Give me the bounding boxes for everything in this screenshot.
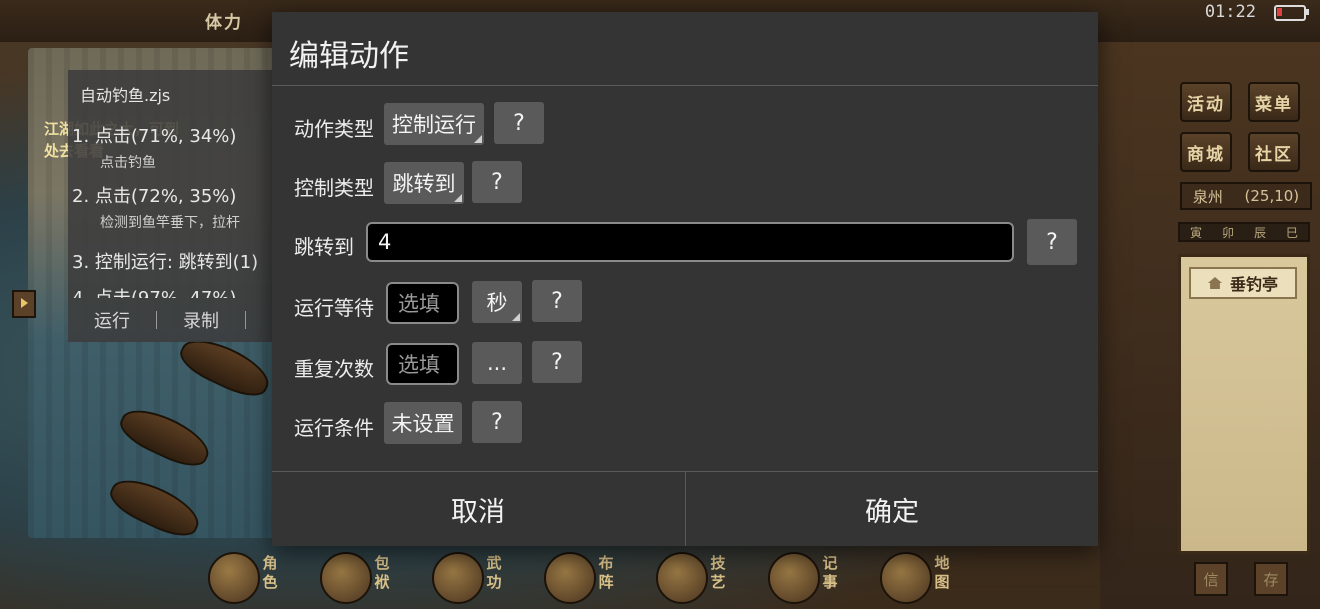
script-step-note: 检测到鱼竿垂下，拉杆 xyxy=(100,215,240,231)
action-type-label: 动作类型 xyxy=(294,117,374,141)
bag-icon xyxy=(320,552,372,604)
run-condition-help-button[interactable]: ? xyxy=(472,401,522,443)
home-icon xyxy=(1207,277,1222,289)
menu-item-martial-arts[interactable]: 武功 xyxy=(424,540,528,609)
action-type-help-button[interactable]: ? xyxy=(494,102,544,144)
control-type-help-button[interactable]: ? xyxy=(472,161,522,203)
time-indicator: 寅 卯 辰 巳 xyxy=(1178,222,1310,242)
script-step[interactable]: 1. 点击(71%, 34%) xyxy=(72,122,236,148)
location-display: 泉州 (25,10) xyxy=(1180,182,1312,210)
battery-icon xyxy=(1274,5,1309,21)
divider xyxy=(272,85,1098,86)
divider xyxy=(245,311,246,329)
shop-button[interactable]: 商城 xyxy=(1180,132,1232,172)
scroll-icon xyxy=(768,552,820,604)
repeat-count-input[interactable]: 选填 xyxy=(386,343,459,385)
teapot-icon xyxy=(656,552,708,604)
jump-to-input[interactable]: 4 xyxy=(366,222,1014,262)
divider xyxy=(156,311,157,329)
control-type-dropdown[interactable]: 跳转到 xyxy=(384,162,464,204)
jump-to-label: 跳转到 xyxy=(294,235,354,259)
menu-button[interactable]: 菜单 xyxy=(1248,82,1300,122)
confirm-button[interactable]: 确定 xyxy=(686,472,1098,546)
place-item[interactable]: 垂钓亭 xyxy=(1189,267,1297,299)
menu-item-character[interactable]: 角色 xyxy=(200,540,304,609)
status-clock: 01:22 xyxy=(1204,2,1256,22)
action-type-dropdown[interactable]: 控制运行 xyxy=(384,103,484,145)
control-type-label: 控制类型 xyxy=(294,176,374,200)
cancel-button[interactable]: 取消 xyxy=(272,472,684,546)
edit-action-dialog: 编辑动作 动作类型 控制运行 ? 控制类型 跳转到 ? 跳转到 4 ? 运行等待… xyxy=(272,12,1098,546)
script-step[interactable]: 3. 控制运行: 跳转到(1) xyxy=(72,248,258,274)
location-coords: (25,10) xyxy=(1244,187,1300,205)
menu-item-formation[interactable]: 布阵 xyxy=(536,540,640,609)
script-step-note: 点击钓鱼 xyxy=(100,155,156,171)
bottom-menu: 角色 包袱 武功 布阵 技艺 记事 地图 xyxy=(200,540,990,609)
run-button[interactable]: 运行 xyxy=(94,307,130,333)
menu-item-journal[interactable]: 记事 xyxy=(760,540,864,609)
boat-image xyxy=(114,399,216,475)
place-list: 垂钓亭 xyxy=(1178,254,1310,554)
jump-to-help-button[interactable]: ? xyxy=(1027,219,1077,265)
run-condition-button[interactable]: 未设置 xyxy=(384,402,462,444)
record-button[interactable]: 录制 xyxy=(183,307,219,333)
menu-item-bag[interactable]: 包袱 xyxy=(312,540,416,609)
expand-arrow-icon[interactable] xyxy=(12,290,36,318)
save-button[interactable]: 存 xyxy=(1254,562,1288,596)
map-icon xyxy=(880,552,932,604)
right-side-panel: 活动 菜单 商城 社区 泉州 (25,10) 寅 卯 辰 巳 垂钓亭 信 存 xyxy=(1100,42,1320,609)
run-condition-label: 运行条件 xyxy=(294,416,374,440)
dialog-title: 编辑动作 xyxy=(289,39,409,74)
menu-item-map[interactable]: 地图 xyxy=(872,540,976,609)
wait-unit-dropdown[interactable]: 秒 xyxy=(472,281,522,323)
place-name: 垂钓亭 xyxy=(1229,275,1278,294)
community-button[interactable]: 社区 xyxy=(1248,132,1300,172)
script-panel-actions: 运行 录制 xyxy=(68,298,282,342)
script-filename: 自动钓鱼.zjs xyxy=(80,86,171,105)
repeat-more-button[interactable]: ... xyxy=(472,342,522,384)
script-step[interactable]: 4. 点击(97%, 47%) xyxy=(72,284,236,298)
book-icon xyxy=(432,552,484,604)
script-step[interactable]: 2. 点击(72%, 35%) xyxy=(72,182,236,208)
boat-image xyxy=(104,469,206,545)
run-wait-help-button[interactable]: ? xyxy=(532,280,582,322)
run-wait-input[interactable]: 选填 xyxy=(386,282,459,324)
run-wait-label: 运行等待 xyxy=(294,296,374,320)
activity-button[interactable]: 活动 xyxy=(1180,82,1232,122)
menu-item-skills[interactable]: 技艺 xyxy=(648,540,752,609)
repeat-count-help-button[interactable]: ? xyxy=(532,341,582,383)
bagua-icon xyxy=(544,552,596,604)
script-panel: 自动钓鱼.zjs 1. 点击(71%, 34%) 点击钓鱼 2. 点击(72%,… xyxy=(68,70,282,342)
stamina-label: 体力 xyxy=(205,13,243,33)
letter-button[interactable]: 信 xyxy=(1194,562,1228,596)
repeat-count-label: 重复次数 xyxy=(294,357,374,381)
character-icon xyxy=(208,552,260,604)
location-name: 泉州 xyxy=(1192,187,1223,206)
